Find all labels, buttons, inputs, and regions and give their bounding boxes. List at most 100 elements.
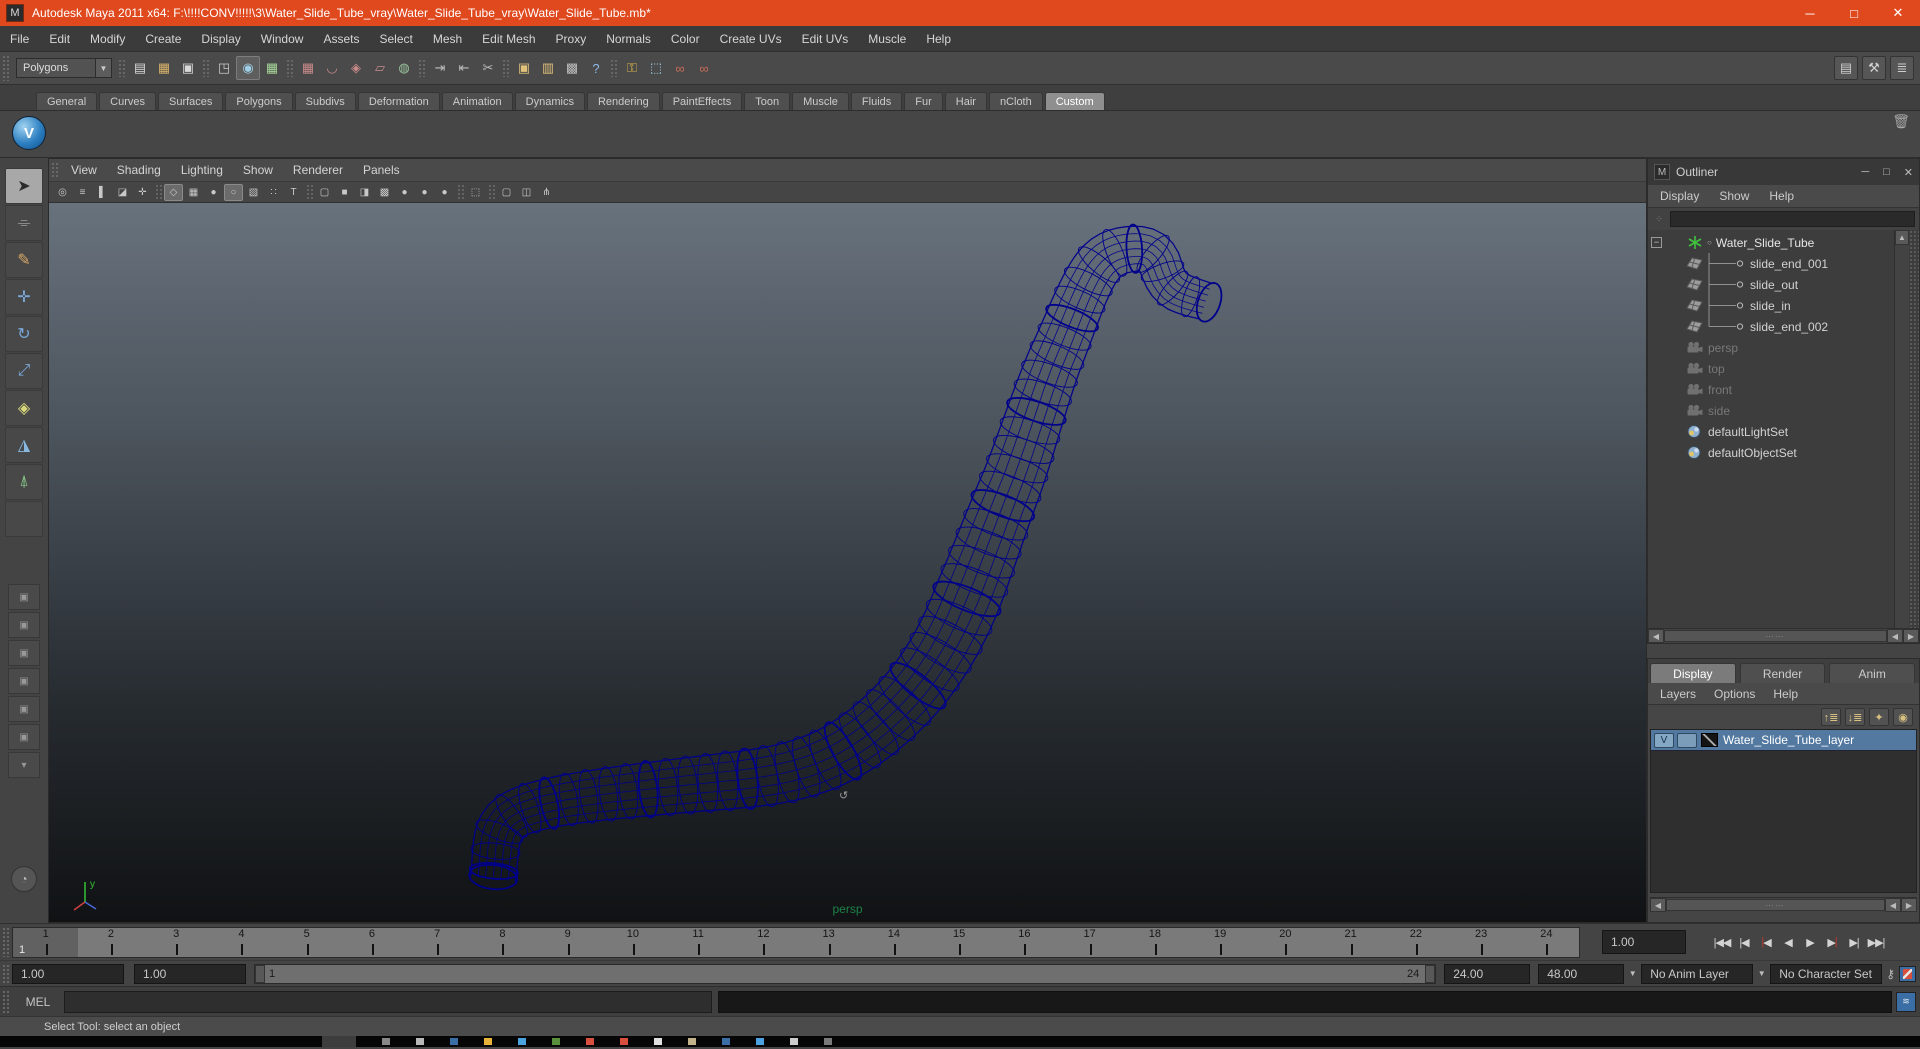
outliner-titlebar[interactable]: M Outliner ─ □ ✕ xyxy=(1648,159,1919,185)
rotate-tool[interactable]: ↻ xyxy=(5,316,43,352)
new-scene-icon[interactable]: ▤ xyxy=(128,56,152,80)
snap-to-grid-icon[interactable]: ▦ xyxy=(296,56,320,80)
frame-15[interactable]: 15 xyxy=(927,928,992,957)
icon-group-separator[interactable] xyxy=(286,59,294,77)
outliner-item-slide-end-002[interactable]: slide_end_002 xyxy=(1648,316,1894,337)
frame-20[interactable]: 20 xyxy=(1253,928,1318,957)
play-forward-button[interactable]: ▶ xyxy=(1800,930,1820,954)
layer-move-down-icon[interactable]: ↓≣ xyxy=(1845,708,1865,726)
ambient-light-icon[interactable]: ● xyxy=(415,184,434,201)
persp-graph-layout-button[interactable]: ▣ xyxy=(8,668,40,694)
snap-to-point-icon[interactable]: ◈ xyxy=(344,56,368,80)
panel-menu-panels[interactable]: Panels xyxy=(353,161,410,179)
playback-start-field[interactable]: 1.00 xyxy=(134,963,246,984)
outliner-resize-grip[interactable] xyxy=(1909,230,1919,628)
shelf-tab-toon[interactable]: Toon xyxy=(744,92,791,110)
outliner-item-water-slide-tube[interactable]: − ○ Water_Slide_Tube xyxy=(1648,232,1894,253)
shelf-tab-muscle[interactable]: Muscle xyxy=(792,92,849,110)
pin-a-icon[interactable]: ∞ xyxy=(668,56,692,80)
select-by-component-icon[interactable]: ▦ xyxy=(260,56,284,80)
show-manipulator-tool[interactable]: ⍋ xyxy=(5,464,43,500)
shelf-tab-animation[interactable]: Animation xyxy=(441,92,513,110)
bookmark-icon[interactable]: ▌ xyxy=(93,184,112,201)
set-key-icon[interactable]: ⚷ xyxy=(1886,967,1895,981)
frame-19[interactable]: 19 xyxy=(1188,928,1253,957)
panel-menu-lighting[interactable]: Lighting xyxy=(171,161,233,179)
no-lights-icon[interactable]: ● xyxy=(435,184,454,201)
render-settings-icon[interactable]: ▩ xyxy=(560,56,584,80)
pane-menu-arrow-button[interactable]: ▾ xyxy=(8,752,40,778)
outliner-search-input[interactable] xyxy=(1670,211,1915,227)
layer-visibility-toggle[interactable]: V xyxy=(1654,732,1674,748)
shelf-tab-fluids[interactable]: Fluids xyxy=(850,92,903,110)
viewport-canvas[interactable]: y persp ↺ xyxy=(49,203,1646,922)
new-layer-from-selected-icon[interactable]: ◉ xyxy=(1893,708,1913,726)
universal-manipulator-tool[interactable]: ◈ xyxy=(5,390,43,426)
menu-edit[interactable]: Edit xyxy=(39,28,80,50)
layer-menu-help[interactable]: Help xyxy=(1765,685,1806,703)
filter-icon[interactable]: ⁘ xyxy=(1652,212,1666,226)
shelf-tab-surfaces[interactable]: Surfaces xyxy=(157,92,224,110)
wireframe-icon[interactable]: ◇ xyxy=(164,183,183,201)
outliner-minimize-icon[interactable]: ─ xyxy=(1861,166,1869,179)
layer-move-up-icon[interactable]: ↑≣ xyxy=(1821,708,1841,726)
taskbar-item[interactable] xyxy=(322,1036,356,1047)
shelf-tab-fur[interactable]: Fur xyxy=(904,92,943,110)
menu-normals[interactable]: Normals xyxy=(596,28,661,50)
taskbar-item[interactable] xyxy=(450,1038,458,1045)
select-by-hierarchy-icon[interactable]: ◳ xyxy=(212,56,236,80)
shelf-tab-deformation[interactable]: Deformation xyxy=(357,92,440,110)
scroll-right-icon[interactable]: ▶ xyxy=(1903,629,1919,643)
outliner-horizontal-scrollbar[interactable]: ◀ ⋯⋯ ◀ ▶ xyxy=(1648,628,1919,643)
selection-mode-dropdown[interactable]: Polygons ▼ xyxy=(16,58,112,78)
hypershade-persp-layout-button[interactable]: ▣ xyxy=(8,696,40,722)
mel-grip[interactable] xyxy=(2,990,10,1013)
outliner-item-slide-out[interactable]: slide_out xyxy=(1648,274,1894,295)
textured-cube-icon[interactable]: ◨ xyxy=(355,184,374,201)
taskbar-item[interactable] xyxy=(824,1038,832,1045)
script-editor-icon[interactable]: ≋ xyxy=(1896,991,1916,1012)
maximize-button[interactable]: □ xyxy=(1832,0,1876,26)
scrollbar-thumb[interactable]: ⋯⋯ xyxy=(1664,630,1887,642)
step-back-key-button[interactable]: | ◀ xyxy=(1756,930,1776,954)
frame-7[interactable]: 7 xyxy=(405,928,470,957)
range-grip[interactable] xyxy=(2,964,10,983)
paint-selection-tool[interactable]: ✎ xyxy=(5,242,43,278)
outliner-item-defaultobjectset[interactable]: defaultObjectSet xyxy=(1648,442,1894,463)
scrollbar-thumb[interactable]: ⋯⋯ xyxy=(1666,899,1885,911)
taskbar-item[interactable] xyxy=(620,1038,628,1045)
shelf-tab-general[interactable]: General xyxy=(36,92,98,110)
tool-settings-toggle-icon[interactable]: ⚒ xyxy=(1862,56,1886,80)
layer-color-swatch[interactable] xyxy=(1701,733,1718,747)
close-button[interactable]: ✕ xyxy=(1876,0,1920,26)
frame-24[interactable]: 24 xyxy=(1514,928,1579,957)
shelf-tab-painteffects[interactable]: PaintEffects xyxy=(661,92,743,110)
taskbar-item[interactable] xyxy=(586,1038,594,1045)
shelf-tab-custom[interactable]: Custom xyxy=(1044,92,1105,110)
playback-options-chevron-icon[interactable]: ▼ xyxy=(1624,965,1641,983)
scroll-up-icon[interactable]: ▲ xyxy=(1895,230,1909,245)
persp-uv-layout-button[interactable]: ▣ xyxy=(8,724,40,750)
menu-window[interactable]: Window xyxy=(251,28,314,50)
panel-menu-shading[interactable]: Shading xyxy=(107,161,171,179)
shelf-tab-polygons[interactable]: Polygons xyxy=(225,92,293,110)
selection-marquee-icon[interactable]: ⬚ xyxy=(644,56,668,80)
play-backward-button[interactable]: ◀ xyxy=(1778,930,1798,954)
shaded-icon[interactable]: ▦ xyxy=(184,184,203,201)
step-back-frame-button[interactable]: |◀ xyxy=(1734,930,1754,954)
range-end-handle[interactable] xyxy=(1425,964,1436,983)
water-slide-tube-wireframe[interactable] xyxy=(49,203,1646,922)
step-forward-key-button[interactable]: ▶ | xyxy=(1822,930,1842,954)
image-plane-icon[interactable]: ◪ xyxy=(113,184,132,201)
textured-icon[interactable]: T xyxy=(284,184,303,201)
checker-icon[interactable]: ▩ xyxy=(375,184,394,201)
icon-group-separator[interactable] xyxy=(118,59,126,77)
expander-icon[interactable]: − xyxy=(1651,237,1662,248)
persp-outliner-layout-button[interactable]: ▣ xyxy=(8,640,40,666)
two-panes-icon[interactable]: ◫ xyxy=(517,184,536,201)
menu-color[interactable]: Color xyxy=(661,28,710,50)
layer-menu-options[interactable]: Options xyxy=(1706,685,1763,703)
frame-5[interactable]: 5 xyxy=(274,928,339,957)
isolate-select-icon[interactable]: ⬚ xyxy=(466,184,485,201)
mel-command-input[interactable] xyxy=(64,990,712,1013)
